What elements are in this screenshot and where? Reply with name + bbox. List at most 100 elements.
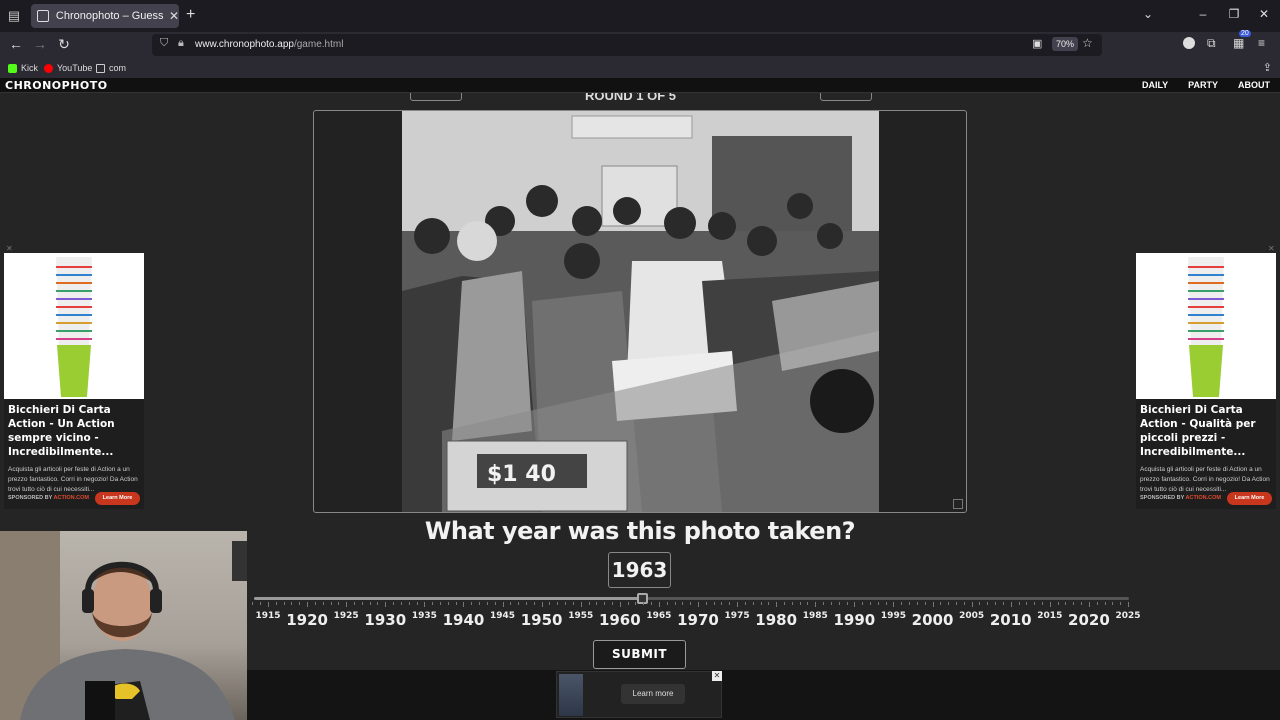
year-tick (956, 602, 957, 605)
year-tick (1010, 602, 1012, 607)
address-bar[interactable]: ⛉ 🔒︎ www.chronophoto.app/game.html ▣ 70%… (152, 34, 1102, 56)
extension-badge-icon[interactable]: ▦ 20 (1233, 30, 1251, 50)
site-logo[interactable]: CHRONOPHOTO (5, 79, 108, 92)
year-label-1935: 1935 (411, 611, 437, 621)
new-tab-icon[interactable]: + (186, 6, 195, 24)
year-tick (791, 602, 793, 605)
ad-close-icon[interactable]: ✕ (6, 244, 13, 253)
year-tick (1018, 602, 1020, 605)
year-tick (486, 602, 488, 605)
right-sidebar-ad[interactable]: Bicchieri Di Carta Action - Qualità per … (1136, 253, 1276, 509)
year-tick (627, 602, 629, 605)
year-tick (588, 602, 590, 605)
year-tick (940, 602, 942, 605)
browser-tab-bar: ▤ Chronophoto – Guess the Year ✕ + ⌄ – ❐… (0, 0, 1280, 32)
year-tick (612, 602, 613, 605)
year-label-1980: 1980 (755, 611, 798, 629)
menu-icon[interactable]: ≡ (1258, 36, 1265, 50)
year-tick (596, 602, 598, 605)
year-tick (400, 602, 402, 605)
year-tick (651, 602, 653, 605)
selected-year-display: 1963 (608, 552, 671, 588)
reader-view-icon[interactable]: ▣ (1032, 37, 1042, 50)
bookmarks-bar: Kick YouTube com ⇪ (0, 58, 1280, 78)
year-tick (377, 602, 379, 605)
ad-learn-more-button[interactable]: Learn More (1227, 492, 1272, 505)
bottom-ad[interactable]: Learn more ✕ (556, 671, 722, 718)
year-label-1945: 1945 (490, 611, 516, 621)
bookmark-youtube[interactable]: YouTube (44, 63, 92, 73)
close-window-icon[interactable]: ✕ (1254, 7, 1274, 21)
year-tick (494, 602, 496, 605)
year-tick (479, 602, 481, 605)
year-tick (291, 602, 293, 605)
year-tick (502, 602, 504, 607)
year-label-1955: 1955 (568, 611, 594, 621)
tab-list-icon[interactable]: ▤ (6, 8, 22, 24)
year-tick (768, 602, 770, 605)
round-box-right (820, 93, 872, 101)
nav-daily[interactable]: DAILY (1142, 80, 1168, 90)
lock-icon[interactable]: 🔒︎ (178, 37, 184, 50)
year-tick (846, 602, 848, 605)
tracking-shield-icon[interactable]: ⛉ (160, 37, 168, 50)
ad-close-icon[interactable]: ✕ (712, 671, 722, 681)
bookmark-folder-com[interactable]: com (96, 63, 126, 73)
year-slider-fill (254, 597, 644, 600)
year-tick (330, 602, 332, 605)
expand-icon[interactable] (953, 499, 963, 509)
year-tick (1073, 602, 1075, 605)
ad-sponsor: SPONSORED BY ACTION.COM (1140, 495, 1221, 501)
year-tick (987, 602, 989, 605)
year-tick (314, 602, 316, 605)
zoom-level[interactable]: 70% (1052, 37, 1079, 51)
year-tick (408, 602, 410, 605)
year-tick (862, 602, 864, 605)
round-box-left (410, 93, 462, 101)
year-tick (682, 602, 684, 605)
year-tick (963, 602, 965, 605)
year-label-2015: 2015 (1037, 611, 1063, 621)
historical-photo[interactable]: $1 40 (402, 111, 879, 512)
year-tick (369, 602, 371, 605)
tabs-dropdown-icon[interactable]: ⌄ (1138, 7, 1158, 21)
submit-button[interactable]: SUBMIT (593, 640, 686, 669)
account-icon[interactable] (1183, 37, 1195, 49)
browser-tab[interactable]: Chronophoto – Guess the Year ✕ (31, 4, 179, 28)
url-text[interactable]: www.chronophoto.app/game.html (195, 39, 343, 50)
reload-icon[interactable]: ↻ (55, 36, 73, 53)
import-bookmarks-icon[interactable]: ⇪ (1263, 61, 1272, 74)
bookmark-kick[interactable]: Kick (8, 63, 38, 73)
tab-close-icon[interactable]: ✕ (169, 9, 179, 23)
extensions-icon[interactable]: ⧉ (1207, 36, 1216, 51)
year-tick (299, 602, 301, 605)
year-tick (424, 602, 426, 607)
round-label: ROUND 1 OF 5 (585, 93, 677, 103)
nav-about[interactable]: ABOUT (1238, 80, 1270, 90)
minimize-icon[interactable]: – (1193, 7, 1213, 21)
nav-party[interactable]: PARTY (1188, 80, 1218, 90)
year-slider-track[interactable] (254, 597, 1129, 600)
restore-icon[interactable]: ❐ (1224, 7, 1244, 21)
year-tick (635, 602, 637, 605)
forward-icon[interactable]: → (31, 36, 49, 52)
tab-favicon-icon (37, 10, 49, 22)
year-tick (354, 602, 355, 605)
ad-close-icon[interactable]: ✕ (1268, 244, 1275, 253)
year-tick (604, 602, 606, 605)
back-icon[interactable]: ← (7, 36, 25, 52)
year-tick (1034, 602, 1036, 605)
year-tick (252, 602, 254, 605)
year-tick (565, 602, 567, 605)
year-label-2005: 2005 (959, 611, 985, 621)
bottom-ad-learn-more-button[interactable]: Learn more (621, 684, 685, 704)
bookmark-star-icon[interactable]: ☆ (1082, 36, 1093, 50)
left-sidebar-ad[interactable]: Bicchieri Di Carta Action - Un Action se… (4, 253, 144, 509)
year-label-1990: 1990 (833, 611, 876, 629)
photo-price-tag: $1 40 (487, 462, 556, 487)
cup-stack-illustration (1188, 257, 1224, 397)
year-label-1985: 1985 (802, 611, 828, 621)
tab-title: Chronophoto – Guess the Year (55, 10, 165, 22)
year-tick (1002, 602, 1004, 605)
ad-learn-more-button[interactable]: Learn More (95, 492, 140, 505)
